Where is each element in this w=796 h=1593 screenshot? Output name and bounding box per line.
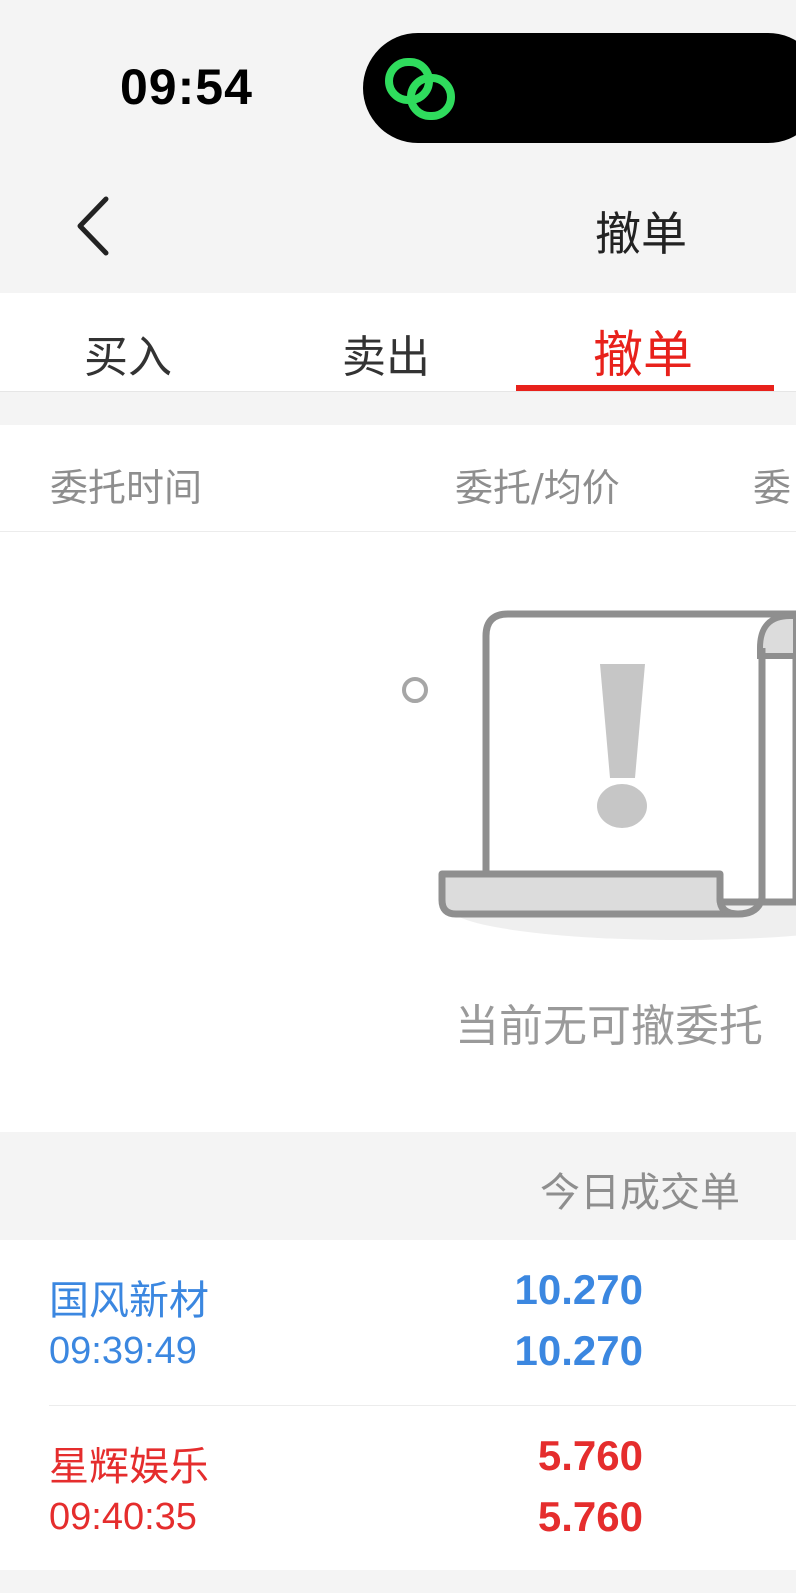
order-price: 10.270: [514, 1266, 643, 1313]
stock-name: 国风新材: [49, 1278, 209, 1324]
page-title: 撤单: [595, 207, 687, 261]
tab-cancel-order[interactable]: 撤单: [593, 315, 693, 387]
column-header-quantity: 委: [753, 466, 792, 510]
active-tab-indicator: [516, 385, 774, 391]
trade-time: 09:39:49: [49, 1330, 197, 1372]
tab-sell[interactable]: 卖出: [342, 321, 430, 385]
back-arrow-icon[interactable]: [70, 195, 120, 257]
status-time: 09:54: [120, 59, 253, 115]
table-header: 委托时间 委托/均价 委: [0, 425, 796, 532]
tab-buy[interactable]: 买入: [84, 321, 172, 385]
link-icon: [385, 58, 455, 120]
empty-notice-icon: [402, 610, 796, 940]
empty-state-message: 当前无可撤委托: [455, 1001, 763, 1052]
trade-time: 09:40:35: [49, 1496, 197, 1538]
tab-bar: 买入 卖出 撤单: [0, 293, 796, 392]
list-item[interactable]: 国风新材 09:39:49 10.270 10.270: [0, 1240, 796, 1404]
column-header-price: 委托/均价: [455, 466, 620, 510]
stock-name: 星辉娱乐: [49, 1444, 209, 1490]
todays-trades-title: 今日成交单: [540, 1170, 740, 1216]
average-price: 5.760: [537, 1493, 643, 1540]
list-item[interactable]: 星辉娱乐 09:40:35 5.760 5.760: [49, 1405, 796, 1570]
order-price: 5.760: [537, 1432, 643, 1479]
average-price: 10.270: [514, 1327, 643, 1374]
column-header-time: 委托时间: [50, 466, 203, 510]
